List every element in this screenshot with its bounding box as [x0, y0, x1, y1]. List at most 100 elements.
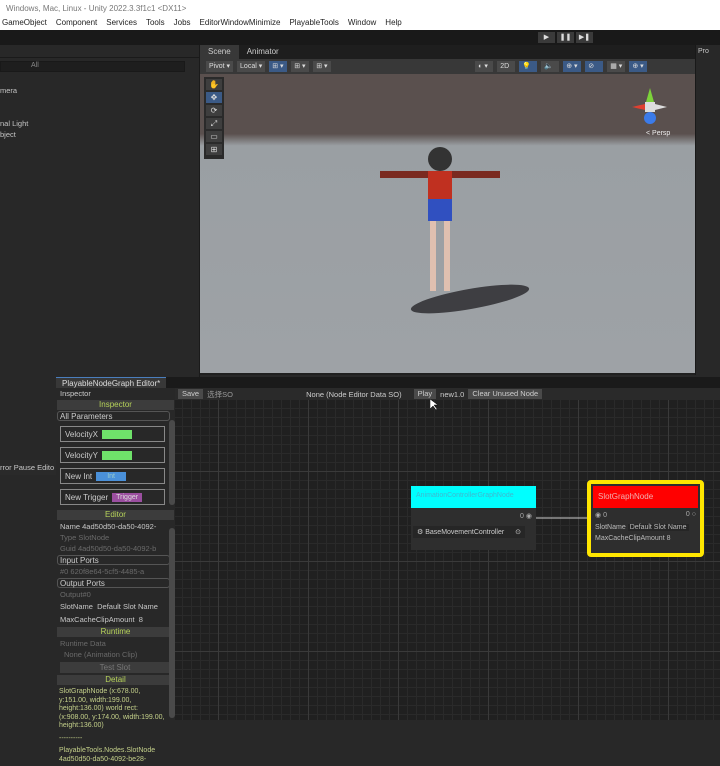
tab-graph-editor[interactable]: PlayableNodeGraph Editor*	[56, 377, 167, 388]
editor-section-header[interactable]: Editor	[57, 510, 174, 520]
2d-toggle[interactable]: 2D	[497, 61, 516, 72]
parameter-type: Int	[96, 471, 127, 481]
graph-canvas[interactable]: Save 选择SO None (Node Editor Data SO) Pla…	[175, 388, 720, 720]
inspector-panel: Inspector Inspector All Parameters Veloc…	[56, 388, 175, 763]
lighting-toggle[interactable]: 💡	[519, 61, 538, 72]
guid-label: Guid	[60, 544, 76, 553]
port-label: 0	[603, 512, 607, 519]
hierarchy-item[interactable]	[0, 107, 199, 118]
max-cache-label: MaxCacheClipAmount	[595, 535, 665, 542]
type-field: SlotNode	[78, 533, 110, 542]
hierarchy-item[interactable]: bject	[0, 129, 199, 140]
max-cache-field[interactable]: 8	[667, 535, 671, 542]
camera-dropdown[interactable]: ▦ ▾	[607, 61, 626, 72]
parameter-item[interactable]: VelocityY Float	[60, 447, 165, 463]
slot-name-label: SlotName	[60, 602, 93, 611]
controller-field-value: BaseMovementController	[425, 529, 505, 536]
output-port[interactable]: 0 ◉	[411, 508, 536, 524]
output-port[interactable]: 0 ○	[686, 511, 696, 519]
shading-dropdown[interactable]: ◐ ▾	[475, 61, 494, 72]
input-ports-foldout[interactable]: Input Ports	[57, 555, 170, 565]
grid-snap-dropdown[interactable]: ⊞ ▾	[269, 61, 288, 72]
scene-viewport[interactable]: ✋ ✥ ⟳ ⤢ ▭ ⊞ < Persp	[200, 74, 695, 373]
slot-name-field[interactable]: Default Slot Name	[627, 524, 689, 531]
hierarchy-search-input[interactable]: All	[0, 61, 185, 72]
menu-component[interactable]: Component	[56, 18, 97, 27]
runtime-section-header[interactable]: Runtime	[57, 627, 174, 637]
grid-dropdown[interactable]: ⊞ ▾	[313, 61, 332, 72]
menu-window[interactable]: Window	[348, 18, 376, 27]
test-slot-button[interactable]: Test Slot	[60, 662, 170, 673]
max-cache-label: MaxCacheClipAmount	[60, 615, 135, 624]
parameter-item[interactable]: New Trigger Trigger	[60, 489, 165, 505]
slot-name-field[interactable]: Default Slot Name	[97, 602, 158, 611]
hand-tool-icon[interactable]: ✋	[206, 79, 222, 90]
parameter-type: Trigger	[112, 492, 143, 502]
pivot-dropdown[interactable]: Pivot ▾	[206, 61, 234, 72]
port-label: 0	[685, 511, 690, 518]
tab-project[interactable]: Pro	[696, 45, 720, 58]
menu-bar: GameObject Component Services Tools Jobs…	[0, 15, 720, 30]
tab-scene[interactable]: Scene	[200, 45, 239, 59]
all-parameters-foldout[interactable]: All Parameters	[57, 411, 170, 421]
increment-snap-dropdown[interactable]: ⊞ ▾	[291, 61, 310, 72]
hierarchy-item[interactable]: nal Light	[0, 118, 199, 129]
transform-tool-icon[interactable]: ⊞	[206, 144, 222, 155]
parameter-item[interactable]: VelocityX Float	[60, 426, 165, 442]
hidden-toggle[interactable]: ⊘	[585, 61, 604, 72]
scale-tool-icon[interactable]: ⤢	[206, 118, 222, 129]
menu-services[interactable]: Services	[106, 18, 137, 27]
animation-clip-field[interactable]: None (Animation Clip)	[56, 649, 169, 660]
menu-tools[interactable]: Tools	[146, 18, 165, 27]
play-button[interactable]: ▶	[538, 32, 555, 43]
parameter-name: VelocityY	[65, 450, 98, 460]
character-model	[380, 147, 530, 314]
controller-field[interactable]: ⚙ BaseMovementController ⊙	[413, 526, 525, 538]
detail-section-header[interactable]: Detail	[57, 675, 174, 685]
hierarchy-item[interactable]: mera	[0, 85, 199, 96]
main-toolbar: ▶ ❚❚ ▶❚	[0, 30, 720, 45]
move-tool-icon[interactable]: ✥	[206, 92, 222, 103]
animation-controller-node[interactable]: AnimationControllerGraphNode 0 ◉ ⚙ BaseM…	[411, 486, 536, 550]
parameter-name: New Int	[65, 471, 93, 481]
rotate-tool-icon[interactable]: ⟳	[206, 105, 222, 116]
persp-label[interactable]: < Persp	[646, 130, 670, 137]
window-title: Windows, Mac, Linux - Unity 2022.3.3f1c1…	[0, 0, 720, 15]
console-toolbar[interactable]: rror Pause Edito	[0, 460, 56, 475]
gizmos-dropdown[interactable]: ⊕ ▾	[629, 61, 648, 72]
local-dropdown[interactable]: Local ▾	[237, 61, 266, 72]
input-port-item: #0 620f8e64-5cf5-4485-a	[60, 567, 145, 576]
max-cache-field[interactable]: 8	[139, 615, 143, 624]
inspector-section-header[interactable]: Inspector	[57, 400, 174, 410]
menu-help[interactable]: Help	[385, 18, 401, 27]
playable-node-graph-editor: PlayableNodeGraph Editor* Inspector Insp…	[56, 377, 720, 763]
effects-dropdown[interactable]: ⊕ ▾	[563, 61, 582, 72]
project-panel: Pro	[695, 45, 720, 375]
parameter-name: New Trigger	[65, 492, 109, 502]
parameter-item[interactable]: New Int Int	[60, 468, 165, 484]
input-port[interactable]: ◉ 0	[595, 511, 607, 519]
menu-jobs[interactable]: Jobs	[174, 18, 191, 27]
output-port-item: Output#0	[60, 590, 91, 599]
parameter-type: Float	[101, 450, 132, 460]
slot-graph-node[interactable]: SlotGraphNode ◉ 0 0 ○ SlotName Default S…	[587, 480, 704, 557]
menu-editorwindowminimize[interactable]: EditorWindowMinimize	[200, 18, 281, 27]
parameter-name: VelocityX	[65, 429, 98, 439]
rect-tool-icon[interactable]: ▭	[206, 131, 222, 142]
output-ports-foldout[interactable]: Output Ports	[57, 578, 170, 588]
mouse-cursor-icon	[430, 399, 438, 411]
hierarchy-item[interactable]	[0, 96, 199, 107]
guid-field: 4ad50d50-da50-4092-b	[77, 544, 157, 553]
object-picker-icon[interactable]: ⊙	[515, 528, 521, 536]
pause-button[interactable]: ❚❚	[557, 32, 574, 43]
menu-playabletools[interactable]: PlayableTools	[289, 18, 338, 27]
name-field[interactable]: 4ad50d50-da50-4092-	[82, 522, 156, 531]
audio-toggle[interactable]: 🔈	[541, 61, 560, 72]
step-button[interactable]: ▶❚	[576, 32, 593, 43]
parameter-type: Float	[101, 429, 132, 439]
scene-toolbar: Pivot ▾ Local ▾ ⊞ ▾ ⊞ ▾ ⊞ ▾ ◐ ▾ 2D 💡 🔈 ⊕…	[200, 59, 695, 74]
port-label: 0	[520, 513, 524, 520]
menu-gameobject[interactable]: GameObject	[2, 18, 47, 27]
tab-animator[interactable]: Animator	[239, 45, 287, 59]
detail-text-2: PlayableTools.Nodes.SlotNode 4ad50d50-da…	[59, 747, 156, 763]
